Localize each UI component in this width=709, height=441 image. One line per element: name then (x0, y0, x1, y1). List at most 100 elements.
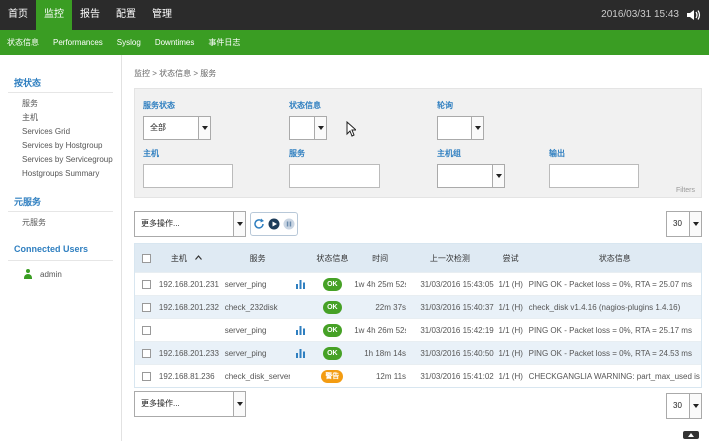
nav-home[interactable]: 首页 (0, 0, 36, 30)
status-info-select[interactable] (289, 116, 327, 140)
row-status-info: check_disk v1.4.16 (nagios-plugins 1.4.1… (528, 302, 681, 312)
col-last-check[interactable]: 上一次检测 (406, 253, 496, 264)
row-host[interactable]: 192.168.201.233 (159, 349, 221, 358)
row-last-check: 31/03/2016 15:40:50 (420, 348, 494, 358)
poll-label: 轮询 (437, 101, 453, 110)
subnav-downtimes[interactable]: Downtimes (148, 30, 202, 55)
subnav-performances[interactable]: Performances (46, 30, 110, 55)
row-host[interactable]: 192.168.201.232 (159, 303, 221, 312)
sidebar-item-meta-services[interactable]: 元服务 (0, 216, 121, 230)
refresh-icon[interactable] (253, 218, 265, 230)
select-all-checkbox[interactable] (142, 253, 152, 263)
sidebar-item-services[interactable]: 服务 (0, 97, 121, 111)
row-service[interactable]: check_disk_server (221, 372, 291, 381)
nav-reports[interactable]: 报告 (72, 0, 108, 30)
user-name: admin (40, 269, 62, 279)
status-badge: OK (323, 277, 342, 291)
col-service[interactable]: 服务 (221, 253, 291, 264)
filters-link[interactable]: Filters (676, 187, 695, 194)
sidebar-item-services-by-hostgroup[interactable]: Services by Hostgroup (0, 139, 121, 153)
breadcrumb: 监控 > 状态信息 > 服务 (134, 69, 217, 78)
table-row[interactable]: server_ping OK 1w 4h 26m 52s 31/03/2016 … (135, 318, 701, 341)
sidebar-item-hostgroups-summary[interactable]: Hostgroups Summary (0, 167, 121, 181)
status-info-label: 状态信息 (289, 101, 321, 110)
subnav-event-logs[interactable]: 事件日志 (201, 30, 247, 55)
chevron-down-icon (314, 117, 326, 139)
graph-icon[interactable] (295, 325, 305, 335)
graph-icon[interactable] (295, 348, 305, 358)
row-last-check: 31/03/2016 15:42:19 (420, 325, 494, 335)
graph-icon[interactable] (295, 279, 305, 289)
row-tries: 1/1 (H) (498, 279, 523, 289)
row-tries: 1/1 (H) (498, 302, 523, 312)
row-last-check: 31/03/2016 15:41:02 (420, 371, 494, 381)
sidebar-section-connected-users: Connected Users (14, 244, 89, 254)
service-input[interactable] (289, 164, 380, 188)
divider (8, 211, 113, 212)
col-duration[interactable]: 时间 (354, 253, 406, 264)
service-state-select[interactable]: 全部 (143, 116, 211, 140)
status-badge: OK (323, 346, 342, 360)
row-checkbox[interactable] (142, 302, 152, 312)
divider (8, 260, 113, 261)
table-row[interactable]: 192.168.201.231 server_ping OK 1w 4h 25m… (135, 272, 701, 295)
more-actions-select-top[interactable]: 更多操作... (134, 211, 246, 237)
row-status-info: PING OK - Packet loss = 0%, RTA = 24.53 … (528, 348, 692, 358)
row-service[interactable]: server_ping (221, 349, 291, 358)
chevron-down-icon (198, 117, 210, 139)
sidebar-item-services-by-servicegroup[interactable]: Services by Servicegroup (0, 153, 121, 167)
output-label: 输出 (549, 149, 565, 158)
datetime: 2016/03/31 15:43 (601, 9, 679, 20)
page-size-select-bottom[interactable]: 30 (666, 393, 702, 419)
row-host[interactable]: 192.168.201.231 (159, 280, 221, 289)
row-service[interactable]: server_ping (221, 326, 291, 335)
hostgroup-select[interactable] (437, 164, 505, 188)
row-service[interactable]: server_ping (221, 280, 291, 289)
filters-panel: 服务状态 全部 状态信息 轮询 主机 服务 主机组 输出 Filters (134, 88, 702, 198)
row-status-info: CHECKGANGLIA WARNING: part_max_used is 7… (528, 371, 701, 381)
mouse-cursor-icon (346, 121, 356, 137)
more-actions-select-bottom[interactable]: 更多操作... (134, 391, 246, 417)
table-row[interactable]: 192.168.201.232 check_232disk OK 22m 37s… (135, 295, 701, 318)
more-actions-label: 更多操作... (141, 399, 180, 408)
top-bar: 首页 监控 报告 配置 管理 2016/03/31 15:43 (0, 0, 709, 30)
row-service[interactable]: check_232disk (221, 303, 291, 312)
scroll-up-icon[interactable] (683, 431, 699, 439)
nav-administration[interactable]: 管理 (144, 0, 180, 30)
output-input[interactable] (549, 164, 639, 188)
speaker-icon[interactable] (687, 9, 701, 21)
col-state[interactable]: 状态信息 (310, 253, 354, 264)
row-host[interactable]: 192.168.81.236 (159, 372, 221, 381)
row-checkbox[interactable] (142, 348, 152, 358)
page-size-select-top[interactable]: 30 (666, 211, 702, 237)
nav-configuration[interactable]: 配置 (108, 0, 144, 30)
poll-select[interactable] (437, 116, 484, 140)
row-status-info: PING OK - Packet loss = 0%, RTA = 25.07 … (528, 279, 692, 289)
sidebar-item-hosts[interactable]: 主机 (0, 111, 121, 125)
row-tries: 1/1 (H) (498, 325, 523, 335)
pause-icon[interactable] (283, 218, 295, 230)
col-status-info[interactable]: 状态信息 (526, 253, 701, 264)
sidebar: 按状态 服务 主机 Services Grid Services by Host… (0, 55, 122, 441)
col-tries[interactable]: 尝试 (496, 253, 526, 264)
service-label: 服务 (289, 149, 305, 158)
subnav-status[interactable]: 状态信息 (0, 30, 46, 55)
sidebar-item-services-grid[interactable]: Services Grid (0, 125, 121, 139)
status-badge: OK (323, 300, 342, 314)
row-checkbox[interactable] (142, 325, 152, 335)
service-state-value: 全部 (150, 123, 166, 132)
row-duration: 22m 37s (375, 302, 407, 312)
service-state-label: 服务状态 (143, 101, 175, 110)
row-checkbox[interactable] (142, 279, 152, 289)
table-row[interactable]: 192.168.201.233 server_ping OK 1h 18m 14… (135, 341, 701, 364)
nav-monitoring[interactable]: 监控 (36, 0, 72, 30)
host-input[interactable] (143, 164, 233, 188)
table-row[interactable]: 192.168.81.236 check_disk_server 警告 12m … (135, 364, 701, 387)
chevron-down-icon (471, 117, 483, 139)
play-icon[interactable] (268, 218, 280, 230)
sub-nav: 状态信息 Performances Syslog Downtimes 事件日志 (0, 30, 709, 55)
sidebar-section-by-status: 按状态 (14, 78, 42, 88)
row-checkbox[interactable] (142, 371, 152, 381)
subnav-syslog[interactable]: Syslog (110, 30, 148, 55)
col-host[interactable]: 主机 (159, 253, 221, 264)
